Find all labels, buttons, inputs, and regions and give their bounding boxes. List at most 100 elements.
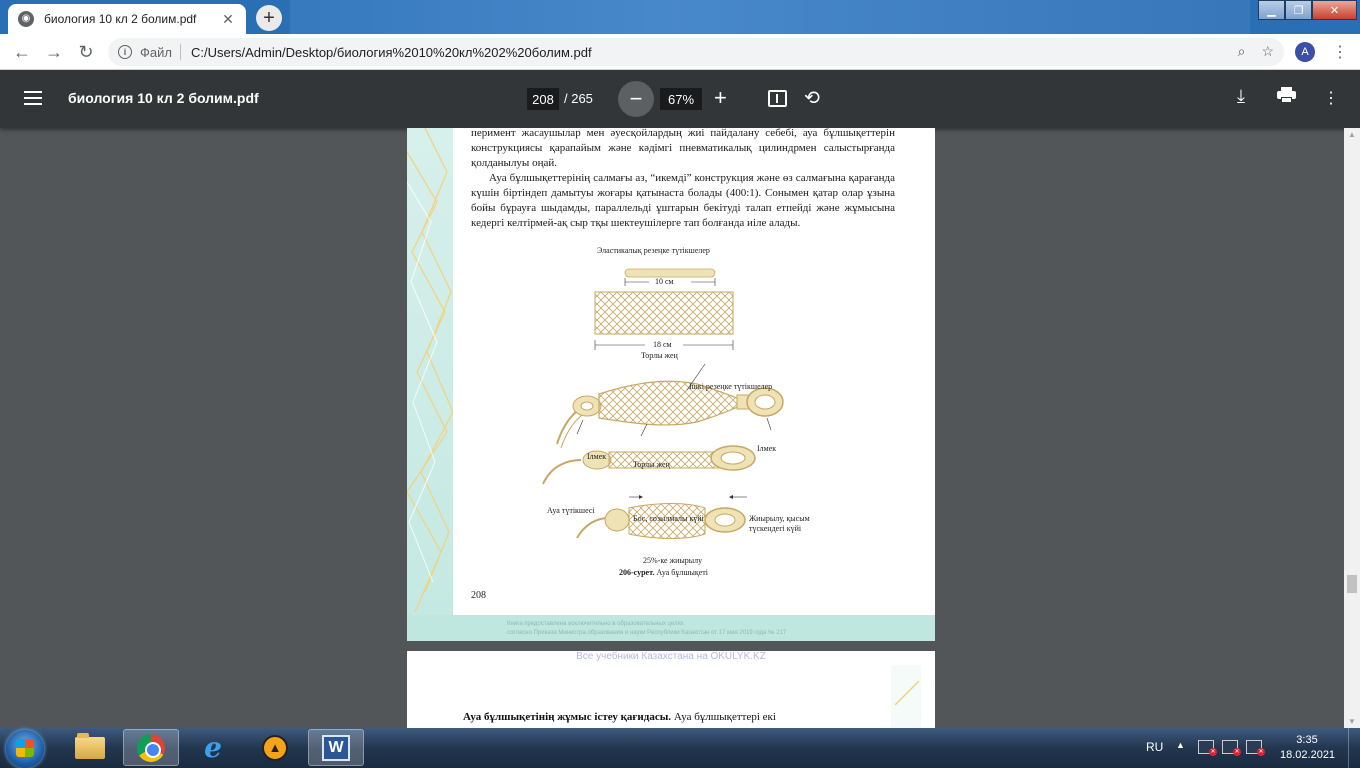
label-inner-tubes: Ішкі резеңке түтікшелер <box>689 382 773 391</box>
label-mesh-sleeve: Торлы жең <box>641 351 678 360</box>
show-hidden-icons-icon[interactable]: ▲ <box>1176 740 1185 750</box>
label-mesh-sleeve-2: Торлы жең <box>633 460 670 469</box>
close-tab-icon[interactable]: ✕ <box>220 11 236 28</box>
label-air-tube: Ауа түтікшесі <box>547 506 595 515</box>
zoom-search-icon[interactable]: ⌕ <box>1238 43 1246 60</box>
page-footer-band <box>407 615 935 641</box>
chrome-menu-icon[interactable]: ⋮ <box>1332 42 1348 62</box>
label-25-percent: 25%-ке жиырылу <box>643 556 703 565</box>
tab-title: биология 10 кл 2 болим.pdf <box>44 12 197 26</box>
globe-icon: ◉ <box>18 11 34 27</box>
caption-text: Ауа бұлшықеті <box>656 568 709 577</box>
label-free-state: Бос, созылмалы күйі <box>633 514 704 523</box>
clock-date: 18.02.2021 <box>1280 749 1336 761</box>
caption-number: 206-сурет. <box>619 568 655 577</box>
divider <box>179 44 181 60</box>
network-icon[interactable]: ✕ <box>1246 740 1265 756</box>
language-indicator[interactable]: RU <box>1146 740 1163 754</box>
label-compressed-state: Жиырылу, қысым түскендегі күйі <box>749 514 810 533</box>
chrome-icon <box>137 733 165 762</box>
avast-taskbar-button[interactable]: ▲ <box>247 729 303 766</box>
scheme-label: Файл <box>140 44 172 60</box>
body-text: перимент жасаушылар мен әуесқойлардың жи… <box>471 128 895 231</box>
zoom-out-button[interactable]: − <box>618 81 654 117</box>
more-actions-icon[interactable]: ⋮ <box>1323 88 1339 108</box>
paragraph-1: перимент жасаушылар мен әуесқойлардың жи… <box>471 128 895 169</box>
back-arrow-icon[interactable]: ← <box>10 40 34 64</box>
page-number: 208 <box>471 590 486 601</box>
close-window-button[interactable]: ✕ <box>1312 0 1357 20</box>
page-number-input[interactable]: 208 <box>527 88 559 110</box>
clock-time: 3:35 <box>1296 734 1318 746</box>
next-page-text: Ауа бұлшықетінің жұмыс істеу қағидасы. А… <box>463 711 883 723</box>
scroll-down-arrow-icon[interactable]: ▼ <box>1348 717 1356 726</box>
ie-taskbar-button[interactable]: e <box>185 729 241 766</box>
chrome-taskbar-button[interactable] <box>123 729 179 766</box>
label-18cm: 18 см <box>653 340 672 349</box>
zoom-in-button[interactable]: + <box>714 86 727 110</box>
print-icon[interactable] <box>1277 87 1296 103</box>
omnibox-actions: ⌕ ☆ <box>1238 43 1274 60</box>
next-page-heading: Ауа бұлшықетінің жұмыс істеу қағидасы. <box>463 711 672 723</box>
page-decoration <box>891 665 921 728</box>
footer-note-2: согласно Приказа Министра образования и … <box>507 630 787 636</box>
browser-toolbar: ← → ↻ i Файл C:/Users/Admin/Desktop/биол… <box>0 34 1360 70</box>
decorative-pattern <box>407 128 454 613</box>
word-icon: W <box>322 734 350 761</box>
mute-badge-icon: ✕ <box>1233 748 1241 756</box>
profile-avatar[interactable]: A <box>1295 42 1315 62</box>
volume-icon[interactable]: ✕ <box>1222 740 1241 756</box>
paragraph-2: Ауа бұлшықеттерінің салмағы аз, “икемді”… <box>471 172 895 229</box>
show-desktop-button[interactable] <box>1348 728 1360 768</box>
clock[interactable]: 3:35 18.02.2021 <box>1280 733 1336 763</box>
scroll-thumb[interactable] <box>1347 575 1357 593</box>
scroll-up-arrow-icon[interactable]: ▲ <box>1348 130 1356 139</box>
window-controls: ▁ ❐ ✕ <box>1258 0 1357 20</box>
page-total: / 265 <box>564 91 593 106</box>
action-center-icon[interactable]: ✕ <box>1198 740 1217 756</box>
pdf-page: перимент жасаушылар мен әуесқойлардың жи… <box>407 128 935 641</box>
maximize-button[interactable]: ❐ <box>1285 0 1312 20</box>
word-taskbar-button[interactable]: W <box>308 729 364 766</box>
minimize-button[interactable]: ▁ <box>1258 0 1285 20</box>
rotate-icon[interactable]: ⟲ <box>804 87 820 110</box>
hamburger-menu-icon[interactable] <box>24 91 42 105</box>
taskbar: e ▲ W RU ▲ ✕ ✕ ✕ 3:35 18.02.2021 <box>0 728 1360 768</box>
document-title: биология 10 кл 2 болим.pdf <box>68 90 259 106</box>
next-page-body: Ауа бұлшықеттері екі <box>671 711 776 723</box>
new-tab-button[interactable]: + <box>256 5 282 31</box>
browser-tab-strip: ◉ биология 10 кл 2 болим.pdf ✕ + ▁ ❐ ✕ <box>0 0 1360 34</box>
figure-drawing <box>542 268 784 539</box>
fit-to-page-icon[interactable] <box>768 90 787 107</box>
url-text[interactable]: C:/Users/Admin/Desktop/биология%2010%20к… <box>191 45 592 60</box>
pdf-page-next: Все учебники Казахстана на OKULYK.KZ Ауа… <box>407 651 935 728</box>
info-icon[interactable]: i <box>118 45 132 59</box>
label-elastic-tubes: Эластикалық резеңке түтікшелер <box>597 246 710 255</box>
browser-tab[interactable]: ◉ биология 10 кл 2 болим.pdf ✕ <box>8 4 246 34</box>
label-loop-left: Ілмек <box>587 452 607 461</box>
pdf-toolbar: биология 10 кл 2 болим.pdf 208 / 265 − 6… <box>0 70 1360 128</box>
error-badge-icon: ✕ <box>1209 748 1217 756</box>
decorative-pattern <box>894 680 920 706</box>
forward-arrow-icon[interactable]: → <box>42 40 66 64</box>
footer-note-1: Книга предоставлена исключительно в обра… <box>507 621 684 627</box>
address-bar[interactable]: i Файл C:/Users/Admin/Desktop/биология%2… <box>108 38 1284 66</box>
explorer-taskbar-button[interactable] <box>62 729 118 766</box>
folder-icon <box>75 732 105 759</box>
label-loop-right: Ілмек <box>757 444 777 453</box>
page-decoration <box>407 128 454 641</box>
download-icon[interactable]: ⤓ <box>1237 86 1245 107</box>
avast-icon: ▲ <box>262 734 288 761</box>
pdf-viewport[interactable]: перимент жасаушылар мен әуесқойлардың жи… <box>0 128 1360 728</box>
vertical-scrollbar[interactable]: ▲ ▼ <box>1344 128 1360 728</box>
desktop-background <box>290 0 1250 34</box>
start-button[interactable] <box>6 730 44 768</box>
figure-caption: 206-сурет. Ауа бұлшықеті <box>619 568 708 577</box>
windows-logo-icon <box>16 739 34 757</box>
reload-icon[interactable]: ↻ <box>74 40 98 64</box>
label-10cm: 10 см <box>655 277 674 286</box>
zoom-level-input[interactable]: 67% <box>660 88 702 110</box>
figure-air-muscle: Эластикалық резеңке түтікшелер 10 см 18 … <box>537 246 837 592</box>
no-network-badge-icon: ✕ <box>1257 748 1265 756</box>
bookmark-star-icon[interactable]: ☆ <box>1261 43 1274 60</box>
